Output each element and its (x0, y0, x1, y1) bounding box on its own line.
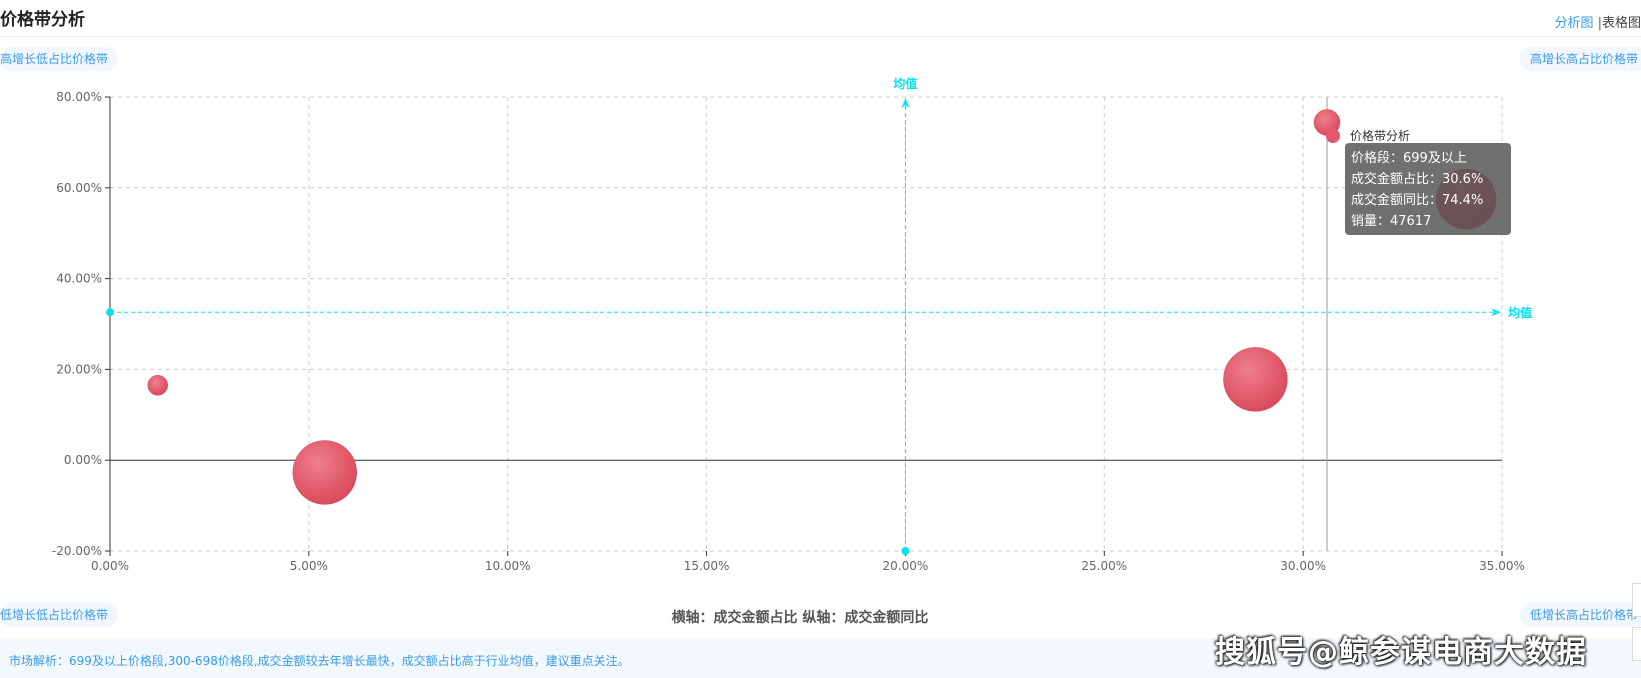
data-bubble[interactable] (147, 375, 168, 396)
data-tooltip: 价格段：699及以上 成交金额占比：30.6% 成交金额同比：74.4% 销量：… (1345, 143, 1511, 235)
table-view-link[interactable]: 表格图 (1602, 16, 1641, 31)
y-tick-label: 20.00% (56, 362, 102, 376)
tooltip-growth: 成交金额同比：74.4% (1351, 193, 1484, 208)
x-tick-label: 15.00% (684, 559, 730, 573)
x-tick-label: 5.00% (290, 559, 328, 573)
legend[interactable]: 价格带分析 (1326, 128, 1410, 143)
mean-y-origin-dot (106, 308, 114, 317)
quadrant-label-top-right: 高增长高占比价格带 (1520, 47, 1641, 71)
analysis-view-link[interactable]: 分析图 (1554, 16, 1593, 31)
y-tick-label: 60.00% (56, 181, 102, 195)
y-tick-label: 40.00% (56, 272, 102, 286)
data-bubble[interactable] (292, 440, 358, 505)
axis-caption: 横轴：成交金额占比 纵轴：成交金额同比 (672, 609, 929, 626)
bubble-layer[interactable] (147, 109, 1497, 505)
axis-layer: 0.00% 5.00% 10.00% 15.00% 20.00% 25.00% 30.00%… (52, 90, 1525, 573)
y-tick-label: 0.00% (64, 453, 102, 467)
x-tick-label: 0.00% (91, 559, 129, 573)
mean-x-label: 均值 (893, 76, 917, 91)
y-tick-label: -20.00% (52, 544, 102, 558)
x-tick-label: 20.00% (883, 559, 929, 573)
mean-x-origin-dot (901, 547, 910, 555)
y-tick-label: 80.00% (56, 90, 102, 104)
legend-label: 价格带分析 (1350, 128, 1410, 143)
side-handle-upper[interactable] (1632, 583, 1641, 617)
x-tick-label: 30.00% (1280, 559, 1326, 573)
header-bar: 价格带分析 分析图 |表格图 (0, 0, 1641, 37)
tooltip-sales: 销量：47617 (1351, 214, 1432, 229)
legend-marker (1326, 129, 1340, 143)
x-tick-label: 35.00% (1479, 559, 1525, 573)
x-tick-label: 10.00% (485, 559, 531, 573)
data-bubble[interactable] (1223, 347, 1288, 412)
x-tick-label: 25.00% (1081, 559, 1127, 573)
market-analysis-text: 市场解析：699及以上价格段,300-698价格段,成交金额较去年增长最快，成交… (9, 654, 630, 668)
quadrant-label-top-left: 高增长低占比价格带 (0, 47, 119, 71)
mean-y-label: 均值 (1508, 305, 1532, 320)
view-switch: 分析图 |表格图 (1554, 12, 1641, 31)
side-handle-lower[interactable] (1632, 627, 1641, 661)
watermark-text: 搜狐号@鲸参谋电商大数据 (1215, 635, 1587, 670)
tooltip-price-band: 价格段：699及以上 (1351, 151, 1467, 166)
tooltip-share: 成交金额占比：30.6% (1351, 172, 1484, 187)
page-title: 价格带分析 (0, 10, 85, 30)
